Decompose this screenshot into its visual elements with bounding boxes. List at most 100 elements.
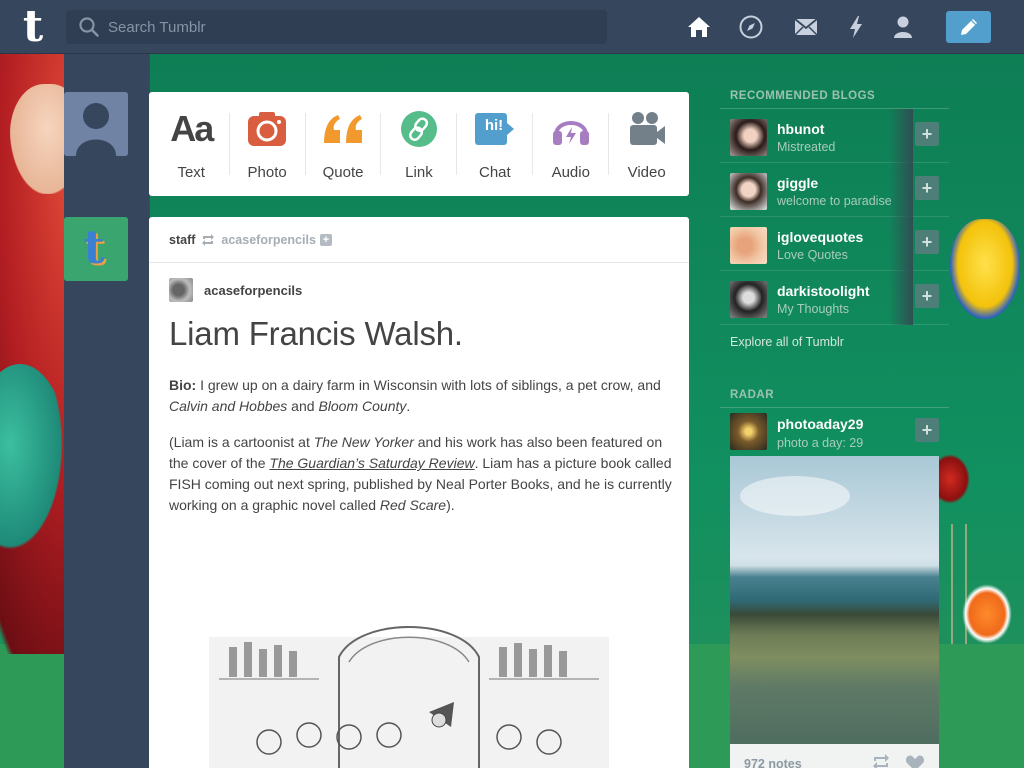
p2-a: (Liam is a cartoonist at [169,434,314,450]
blog-avatar[interactable] [730,227,767,264]
yellow-fish-art [950,219,1020,319]
row-fade [889,271,913,325]
radar-avatar[interactable] [730,413,767,450]
divider [228,113,230,175]
follow-button[interactable]: + [915,176,939,200]
recommended-blog-item[interactable]: darkistoolight My Thoughts + [720,271,949,325]
guardian-link[interactable]: The Guardian’s Saturday Review [269,455,474,471]
post-author-link[interactable]: staff [169,233,195,247]
cartoon-illustration [209,626,609,768]
follow-button[interactable]: + [915,284,939,308]
clownfish-art [962,584,1012,644]
top-bar: t [0,0,1024,54]
divider [532,113,534,175]
camera-icon [248,111,287,146]
post-type-text-label: Text [177,163,205,181]
bio-end: . [406,398,411,414]
explore-all-link[interactable]: Explore all of Tumblr [720,325,949,357]
follow-button[interactable]: + [915,230,939,254]
bio-bloom: Bloom County [318,398,407,414]
recommended-blogs-heading: RECOMMENDED BLOGS [720,82,949,109]
bio-and: and [287,398,319,414]
recommended-blog-item[interactable]: giggle welcome to paradise + [720,163,949,217]
notes-count[interactable]: 972 notes [744,757,802,768]
post-type-text[interactable]: Aa Text [156,108,226,181]
post-type-quote[interactable]: Quote [308,108,378,181]
blog-avatar[interactable] [730,281,767,318]
p2-new-yorker: The New Yorker [313,434,414,450]
tumblr-logo-icon[interactable]: t [15,5,51,49]
radar-heading: RADAR [720,381,949,408]
divider [304,113,306,175]
blog-avatar[interactable] [730,119,767,156]
recommended-blog-item[interactable]: hbunot Mistreated + [720,109,949,163]
blog-name[interactable]: iglovequotes [777,229,863,245]
post-type-photo[interactable]: Photo [232,108,302,181]
bio-label: Bio: [169,377,197,393]
blog-avatar[interactable] [730,173,767,210]
user-avatar[interactable] [64,92,128,156]
radar-actions [871,754,925,768]
recommended-blog-item[interactable]: iglovequotes Love Quotes + [720,217,949,271]
bio-text: I grew up on a dairy farm in Wisconsin w… [196,377,661,393]
post-type-video[interactable]: Video [612,108,682,181]
radar-photo[interactable] [730,456,939,744]
post-body-paragraph: (Liam is a cartoonist at The New Yorker … [169,432,674,516]
row-fade [889,163,913,217]
blog-subtitle: welcome to paradise [777,194,892,208]
follow-button[interactable]: + [915,122,939,146]
post-type-chat-label: Chat [479,163,511,181]
blog-name[interactable]: giggle [777,175,818,191]
post-type-audio-label: Audio [551,163,590,181]
radar-footer: 972 notes [730,744,939,768]
blog-subtitle: My Thoughts [777,302,850,316]
explore-icon[interactable] [738,14,764,40]
post-source: acaseforpencils [169,278,302,302]
post-bio-paragraph: Bio: I grew up on a dairy farm in Wiscon… [169,375,674,417]
radar-blog-name[interactable]: photoaday29 [777,416,863,432]
follow-button[interactable]: + [915,418,939,442]
tumblr-t-icon: t t [64,217,128,281]
follow-plus-icon[interactable]: + [319,233,332,246]
heart-icon[interactable] [905,754,925,768]
post-header: staff acaseforpencils + [149,217,689,263]
source-avatar[interactable] [169,278,193,302]
divider [456,113,458,175]
activity-icon[interactable] [843,14,869,40]
search-icon [79,17,99,37]
search-input[interactable] [108,18,588,36]
cloud-art [740,476,850,516]
post-type-panel: Aa Text Photo Quote Link hi! Chat Audio … [149,92,689,196]
post-type-photo-label: Photo [247,163,287,181]
inbox-icon[interactable] [793,14,819,40]
row-fade [889,217,913,271]
reblogged-from-link[interactable]: acaseforpencils [221,233,316,247]
source-name-link[interactable]: acaseforpencils [204,283,302,298]
account-icon[interactable] [890,14,916,40]
search-bar[interactable] [66,10,607,44]
divider [380,113,382,175]
svg-text:t: t [83,220,105,274]
reblog-icon[interactable] [871,754,891,768]
reblog-icon [202,233,215,246]
text-aa-icon: Aa [170,107,214,149]
pencil-icon [960,19,977,35]
home-icon[interactable] [686,14,712,40]
post-title: Liam Francis Walsh. [169,315,463,352]
blog-name[interactable]: darkistoolight [777,283,870,299]
default-avatar-icon [64,92,128,156]
row-fade [889,109,913,163]
blog-subtitle: Love Quotes [777,248,848,262]
radar-blog[interactable]: photoaday29 photo a day: 29 + [720,408,949,456]
post-type-audio[interactable]: Audio [536,108,606,181]
blog-name[interactable]: hbunot [777,121,824,137]
staff-avatar[interactable]: t t [64,217,128,281]
post-type-link[interactable]: Link [384,108,454,181]
post-type-chat[interactable]: hi! Chat [460,108,530,181]
quote-icon [324,114,363,143]
divider [608,113,610,175]
p2-d: ). [446,497,455,513]
bio-calvin: Calvin and Hobbes [169,398,288,414]
right-sidebar: RECOMMENDED BLOGS hbunot Mistreated + gi… [720,82,949,456]
compose-button[interactable] [946,11,991,43]
